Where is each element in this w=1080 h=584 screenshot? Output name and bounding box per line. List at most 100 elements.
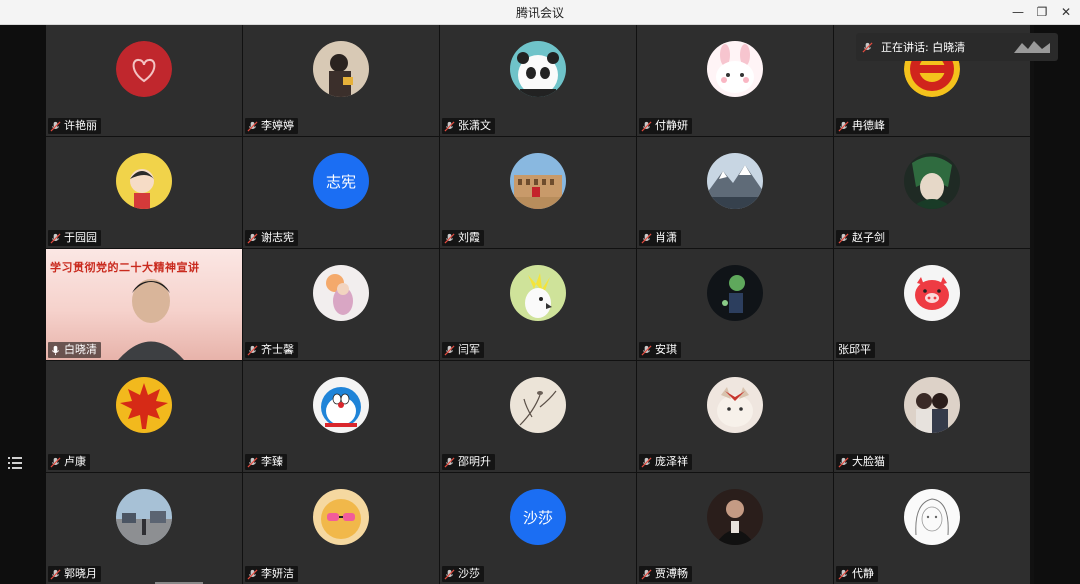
participant-name: 郭晓月 [64, 567, 97, 580]
participant-name-tag: 沙莎 [442, 566, 484, 582]
participant-name: 赵子剑 [852, 231, 885, 244]
participant-tile[interactable]: 贾溥畅 [637, 473, 833, 584]
participant-tile[interactable]: 学习贯彻党的二十大精神宣讲 白晓清 [46, 249, 242, 360]
participant-name: 贾溥畅 [655, 567, 688, 580]
participant-tile[interactable]: 郭晓月 [46, 473, 242, 584]
participant-tile[interactable]: 肖潇 [637, 137, 833, 248]
participant-name-tag: 谢志宪 [245, 230, 298, 246]
mic-muted-icon [444, 120, 455, 132]
mic-muted-icon [247, 344, 258, 356]
mic-muted-icon [444, 456, 455, 468]
avatar [313, 41, 369, 97]
participant-name-tag: 肖潇 [639, 230, 681, 246]
mic-muted-icon [444, 232, 455, 244]
participant-tile[interactable]: 卢康 [46, 361, 242, 472]
avatar [510, 153, 566, 209]
participant-name: 谢志宪 [261, 231, 294, 244]
avatar [116, 153, 172, 209]
avatar [510, 265, 566, 321]
tencent-meeting-logo-icon [1014, 41, 1050, 53]
participant-name: 李妍洁 [261, 567, 294, 580]
avatar [707, 153, 763, 209]
participant-tile[interactable]: 赵子剑 [834, 137, 1030, 248]
mic-muted-icon [247, 456, 258, 468]
close-button[interactable]: ✕ [1056, 3, 1076, 21]
participant-tile[interactable]: 李臻 [243, 361, 439, 472]
mic-muted-icon [247, 120, 258, 132]
participant-name: 沙莎 [458, 567, 480, 580]
mic-muted-icon [247, 568, 258, 580]
avatar [313, 377, 369, 433]
participant-name-tag: 齐士馨 [245, 342, 298, 358]
participant-tile[interactable]: 庞泽祥 [637, 361, 833, 472]
participant-name: 李臻 [261, 455, 283, 468]
participant-name: 许艳丽 [64, 119, 97, 132]
participant-name-tag: 闫军 [442, 342, 484, 358]
participant-tile[interactable]: 志宪 谢志宪 [243, 137, 439, 248]
avatar-initials: 沙莎 [522, 508, 553, 527]
participant-tile[interactable]: 付静妍 [637, 25, 833, 136]
participant-tile[interactable]: 大脸猫 [834, 361, 1030, 472]
participant-tile[interactable]: 李妍洁 [243, 473, 439, 584]
avatar [904, 265, 960, 321]
mic-muted-icon [838, 568, 849, 580]
participant-name-tag: 安琪 [639, 342, 681, 358]
participant-name: 大脸猫 [852, 455, 885, 468]
participant-name-tag: 李妍洁 [245, 566, 298, 582]
participant-name: 卢康 [64, 455, 86, 468]
avatar [904, 153, 960, 209]
minimize-button[interactable]: — [1008, 3, 1028, 21]
participant-tile[interactable]: 于园园 [46, 137, 242, 248]
participant-tile[interactable]: 许艳丽 [46, 25, 242, 136]
meeting-stage: 许艳丽 李婷婷 张潇文 付静妍 冉德峰 于园园 志宪 谢志宪 刘霞 肖潇 赵子剑 学习贯彻党的二十大精… [0, 25, 1080, 584]
speaking-text: 正在讲话: 白晓清 [881, 41, 966, 54]
participant-name-tag: 李臻 [245, 454, 287, 470]
avatar [707, 265, 763, 321]
participant-tile[interactable]: 沙莎 沙莎 [440, 473, 636, 584]
participant-tile[interactable]: 张潇文 [440, 25, 636, 136]
title-bar: 腾讯会议 — ❐ ✕ [0, 0, 1080, 25]
participant-tile[interactable]: 张邱平 [834, 249, 1030, 360]
avatar [116, 377, 172, 433]
participant-name: 安琪 [655, 343, 677, 356]
participant-name: 闫军 [458, 343, 480, 356]
participant-name-tag: 邵明升 [442, 454, 495, 470]
avatar [510, 377, 566, 433]
participant-name: 李婷婷 [261, 119, 294, 132]
participant-tile[interactable]: 安琪 [637, 249, 833, 360]
avatar [116, 41, 172, 97]
mic-muted-icon [641, 120, 652, 132]
participant-name-tag: 张邱平 [836, 342, 875, 358]
participant-tile[interactable]: 邵明升 [440, 361, 636, 472]
participant-tile[interactable]: 李婷婷 [243, 25, 439, 136]
mic-muted-icon [50, 232, 61, 244]
right-rail [1034, 25, 1080, 584]
avatar [707, 377, 763, 433]
participant-name-tag: 赵子剑 [836, 230, 889, 246]
avatar [510, 41, 566, 97]
participant-name: 张潇文 [458, 119, 491, 132]
avatar [707, 41, 763, 97]
participant-name-tag: 付静妍 [639, 118, 692, 134]
participant-name: 肖潇 [655, 231, 677, 244]
member-list-icon[interactable] [8, 456, 22, 470]
mic-muted-icon [641, 568, 652, 580]
participant-name-tag: 李婷婷 [245, 118, 298, 134]
mic-muted-icon [50, 120, 61, 132]
participant-tile[interactable]: 闫军 [440, 249, 636, 360]
mic-muted-icon [838, 232, 849, 244]
participant-name-tag: 贾溥畅 [639, 566, 692, 582]
mic-muted-icon [838, 120, 849, 132]
participant-tile[interactable]: 齐士馨 [243, 249, 439, 360]
restore-button[interactable]: ❐ [1032, 3, 1052, 21]
participant-name: 付静妍 [655, 119, 688, 132]
participant-name-tag: 代静 [836, 566, 878, 582]
participant-name-tag: 于园园 [48, 230, 101, 246]
participant-name: 庞泽祥 [655, 455, 688, 468]
participant-tile[interactable]: 代静 [834, 473, 1030, 584]
mic-muted-icon [862, 41, 873, 53]
mic-muted-icon [641, 344, 652, 356]
participant-name: 齐士馨 [261, 343, 294, 356]
participant-tile[interactable]: 刘霞 [440, 137, 636, 248]
avatar [313, 489, 369, 545]
